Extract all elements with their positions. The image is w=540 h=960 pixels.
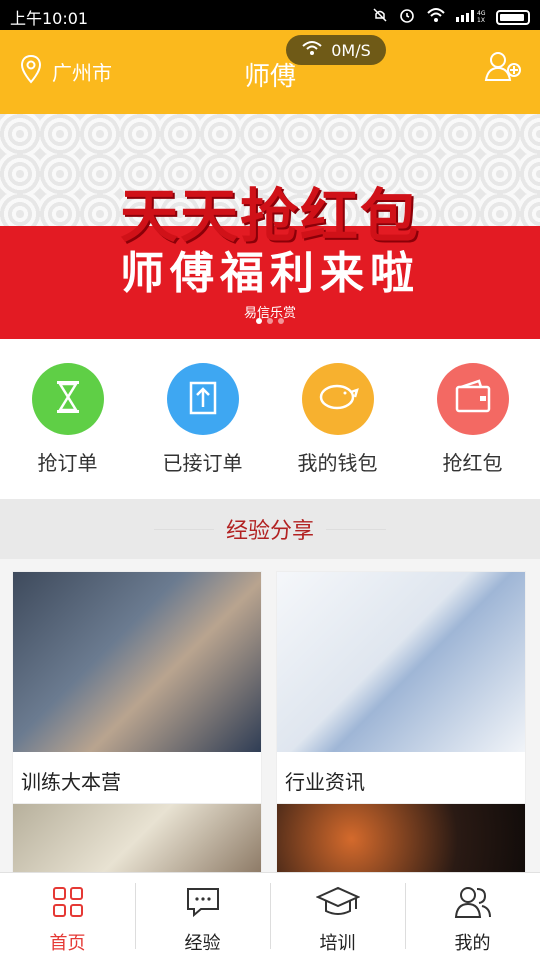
upload-icon bbox=[186, 377, 220, 421]
mute-icon bbox=[372, 7, 388, 27]
accepted-orders-label: 已接订单 bbox=[162, 451, 243, 475]
tab-mine[interactable]: 我的 bbox=[405, 873, 540, 960]
grab-order-button[interactable]: 抢订单 bbox=[8, 363, 128, 499]
battery-icon bbox=[496, 9, 530, 25]
tab-experience[interactable]: 经验 bbox=[135, 873, 270, 960]
piggy-bank-icon bbox=[315, 380, 361, 418]
svg-text:4G: 4G bbox=[477, 10, 486, 17]
my-wallet-label: 我的钱包 bbox=[297, 451, 378, 475]
network-speed-text: 0M/S bbox=[331, 40, 371, 60]
red-packet-label: 抢红包 bbox=[442, 451, 503, 475]
card-training-camp[interactable]: 训练大本营 bbox=[12, 571, 262, 813]
card-industry-news[interactable]: 行业资讯 bbox=[276, 571, 526, 813]
wifi-icon bbox=[426, 7, 446, 27]
carousel-dot[interactable] bbox=[278, 318, 284, 324]
carousel-dots bbox=[0, 318, 540, 324]
card-image bbox=[13, 572, 261, 752]
card-image bbox=[277, 804, 525, 874]
wallet-icon bbox=[453, 379, 493, 419]
tab-label: 经验 bbox=[184, 933, 221, 954]
add-user-icon bbox=[484, 52, 522, 86]
promo-banner[interactable]: 天天抢红包 师傅福利来啦 易信乐赏 bbox=[0, 114, 540, 339]
card-image bbox=[13, 804, 261, 874]
section-title: 经验分享 bbox=[225, 519, 314, 544]
accepted-orders-button[interactable]: 已接订单 bbox=[143, 363, 263, 499]
status-time: 上午10:01 bbox=[10, 9, 89, 28]
add-user-button[interactable] bbox=[484, 50, 522, 86]
users-icon bbox=[453, 887, 493, 923]
card-item[interactable] bbox=[276, 803, 526, 875]
tab-training[interactable]: 培训 bbox=[270, 873, 405, 960]
graduation-cap-icon bbox=[315, 886, 360, 923]
status-icons: 4G 1X bbox=[372, 6, 530, 28]
tab-label: 培训 bbox=[319, 933, 356, 954]
banner-subtitle: 师傅福利来啦 bbox=[120, 248, 420, 299]
accepted-orders-circle bbox=[166, 363, 239, 435]
grab-order-label: 抢订单 bbox=[37, 451, 98, 475]
page-title: 师傅 bbox=[243, 62, 296, 92]
signal-icon: 4G 1X bbox=[456, 7, 486, 27]
grab-order-circle bbox=[31, 363, 104, 435]
app-header: 广州市 师傅 0M/S bbox=[0, 30, 540, 114]
my-wallet-button[interactable]: 我的钱包 bbox=[278, 363, 398, 499]
red-packet-circle bbox=[436, 363, 509, 435]
home-grid-icon bbox=[51, 887, 85, 923]
status-bar: 上午10:01 4G 1X bbox=[0, 0, 540, 30]
network-speed-badge: 0M/S bbox=[286, 35, 386, 65]
my-wallet-circle bbox=[301, 363, 374, 435]
chat-icon bbox=[185, 888, 221, 923]
card-image bbox=[277, 572, 525, 752]
svg-text:1X: 1X bbox=[477, 17, 485, 23]
wifi-icon bbox=[301, 40, 323, 60]
carousel-dot[interactable] bbox=[267, 318, 273, 324]
carousel-dot[interactable] bbox=[256, 318, 262, 324]
tab-label: 我的 bbox=[454, 933, 491, 954]
experience-section-header: 经验分享 bbox=[0, 499, 540, 559]
card-item[interactable] bbox=[12, 803, 262, 875]
hourglass-icon bbox=[51, 377, 85, 421]
bottom-tab-bar: 首页 经验 培训 我的 bbox=[0, 872, 540, 960]
tab-label: 首页 bbox=[49, 933, 86, 954]
article-grid: 训练大本营 行业资讯 bbox=[0, 559, 540, 875]
red-packet-button[interactable]: 抢红包 bbox=[413, 363, 533, 499]
quick-actions: 抢订单 已接订单 我的钱包 抢红包 bbox=[0, 339, 540, 499]
alarm-icon bbox=[398, 6, 416, 28]
tab-home[interactable]: 首页 bbox=[0, 873, 135, 960]
